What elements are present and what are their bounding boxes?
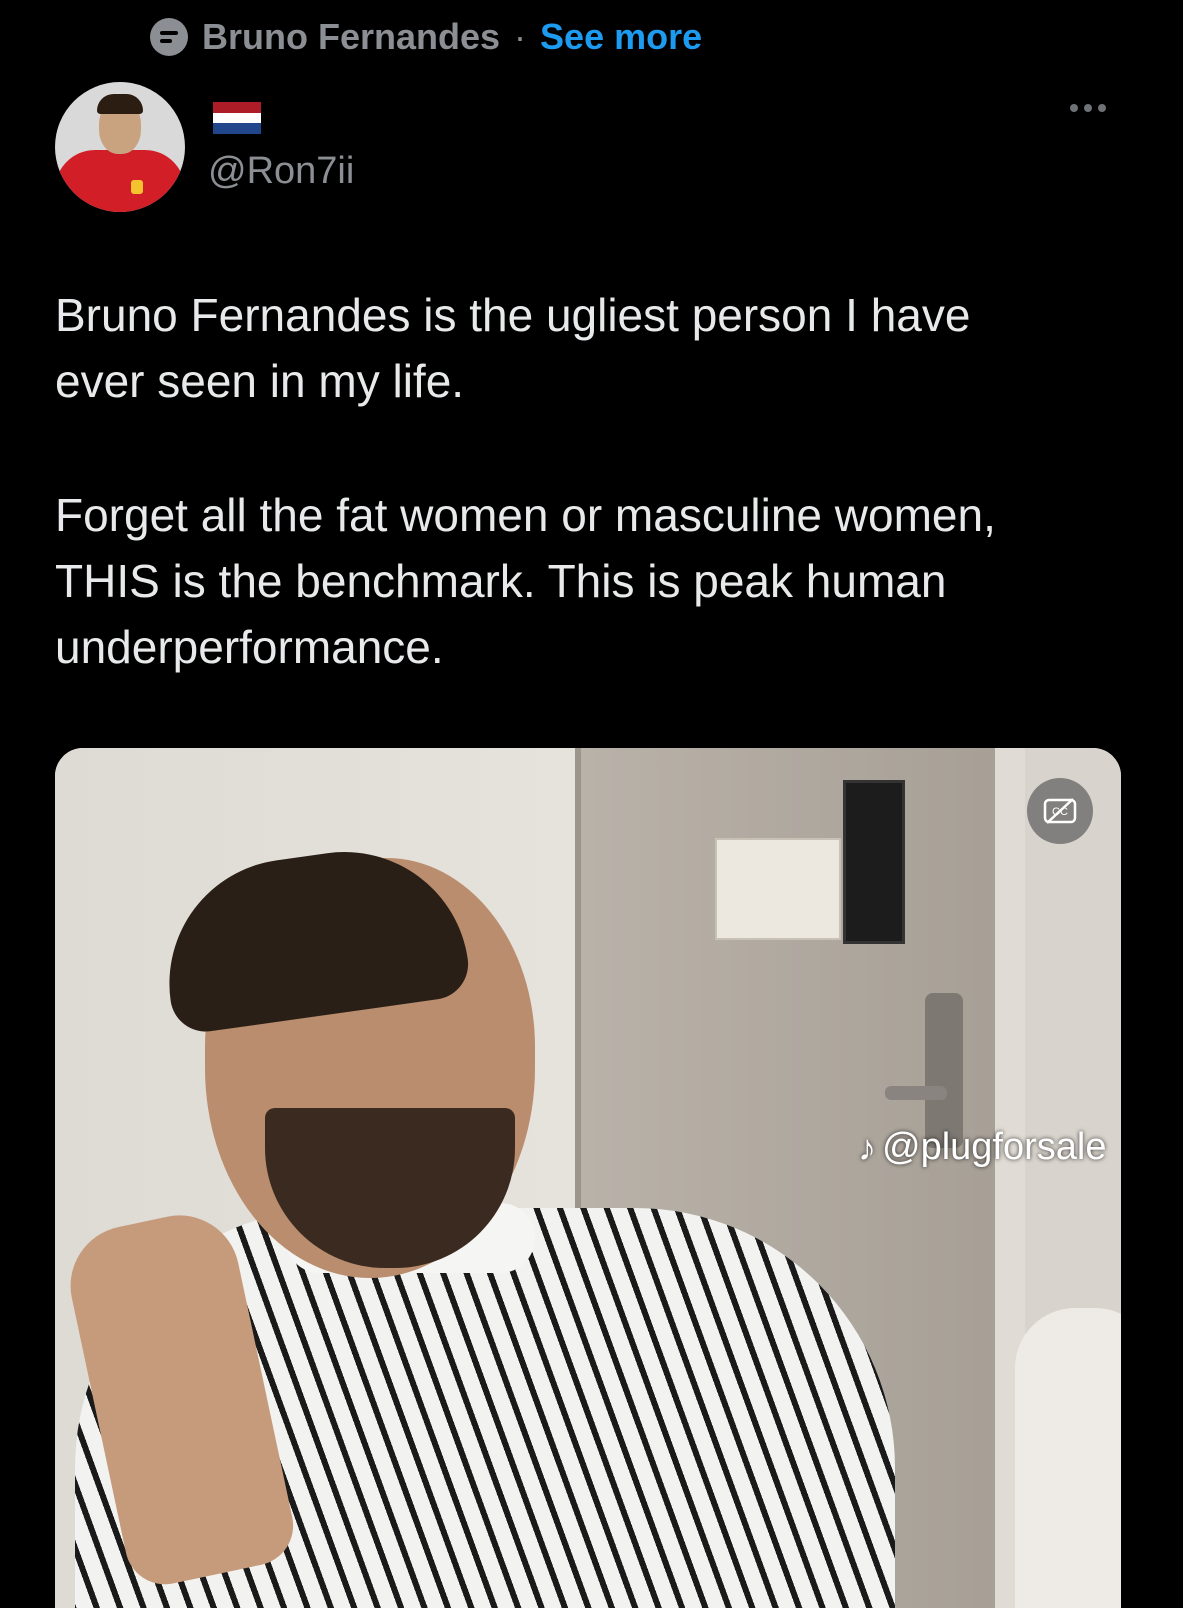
netherlands-flag-icon bbox=[213, 102, 261, 135]
captions-icon[interactable]: CC bbox=[1027, 778, 1093, 844]
tweet-video[interactable]: CC bbox=[55, 748, 1121, 1608]
context-separator: · bbox=[514, 16, 527, 57]
tweet-paragraph-1: Bruno Fernandes is the ugliest person I … bbox=[55, 289, 971, 407]
tweet-paragraph-2: Forget all the fat women or masculine wo… bbox=[55, 489, 996, 673]
context-name: Bruno Fernandes bbox=[202, 16, 501, 57]
user-handle[interactable]: @Ron7ii bbox=[208, 150, 354, 193]
tiktok-icon: ♪ bbox=[858, 1126, 876, 1168]
community-note-icon bbox=[150, 18, 188, 56]
tweet-text: Bruno Fernandes is the ugliest person I … bbox=[55, 282, 1125, 748]
watermark-handle: @plugforsale bbox=[882, 1126, 1107, 1168]
avatar[interactable] bbox=[55, 82, 185, 212]
more-options-icon[interactable] bbox=[1070, 104, 1106, 112]
see-more-link[interactable]: See more bbox=[540, 16, 702, 58]
context-annotation[interactable]: Bruno Fernandes · See more bbox=[150, 14, 702, 60]
video-watermark: ♪ @plugforsale bbox=[858, 1126, 1106, 1169]
